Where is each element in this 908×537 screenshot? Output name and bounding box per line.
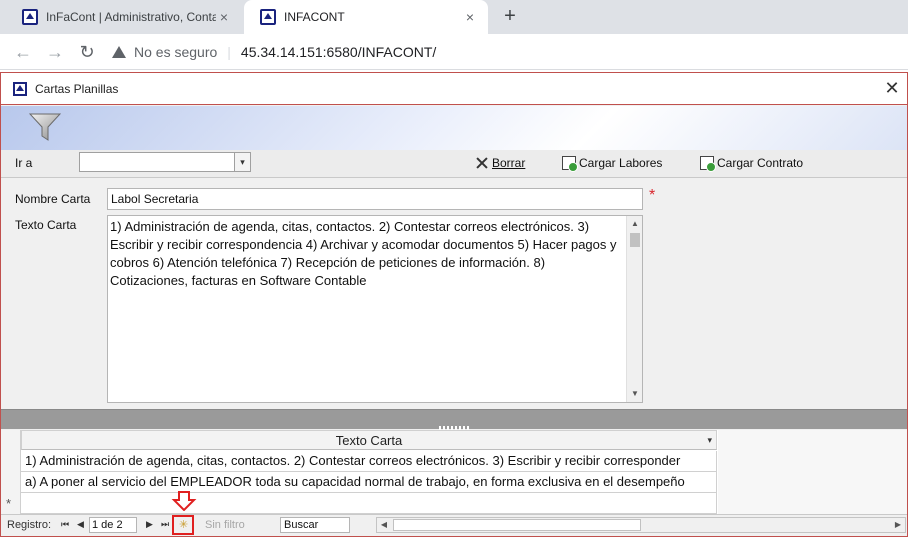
back-button[interactable]: ←	[12, 41, 34, 63]
scroll-thumb[interactable]	[393, 519, 641, 531]
next-record-icon[interactable]: ▶	[146, 519, 153, 530]
tab-close-icon[interactable]: ×	[462, 9, 478, 25]
tab-title: INFACONT	[284, 10, 345, 24]
filter-funnel-icon	[29, 113, 61, 141]
table-row[interactable]: a) A poner al servicio del EMPLEADOR tod…	[21, 472, 717, 493]
load-document-icon	[700, 156, 716, 172]
load-document-icon	[562, 156, 578, 172]
window-title: Cartas Planillas	[35, 81, 119, 96]
grid-empty-area	[718, 430, 907, 514]
scroll-right-icon[interactable]: ▶	[891, 518, 905, 532]
infacont-favicon-icon	[260, 9, 276, 25]
record-label: Registro:	[7, 519, 52, 531]
first-record-icon[interactable]: ⏮	[61, 519, 69, 530]
prev-record-icon[interactable]: ◀	[77, 519, 84, 530]
search-input[interactable]: Buscar	[280, 517, 350, 533]
load-labores-label: Cargar Labores	[579, 156, 663, 170]
browser-tab-infacont[interactable]: INFACONT ×	[244, 0, 488, 34]
current-record-input[interactable]: 1 de 2	[89, 517, 137, 533]
text-content: 1) Administración de agenda, citas, cont…	[110, 219, 617, 288]
table-row[interactable]: 1) Administración de agenda, citas, cont…	[21, 451, 717, 472]
load-contract-button[interactable]: Cargar Contrato	[700, 156, 804, 172]
goto-label: Ir a	[15, 156, 33, 170]
url-separator: |	[227, 44, 231, 60]
scroll-thumb[interactable]	[630, 233, 640, 247]
scroll-left-icon[interactable]: ◀	[377, 518, 391, 532]
text-label: Texto Carta	[15, 218, 77, 232]
new-tab-button[interactable]: +	[498, 5, 522, 29]
load-contract-label: Cargar Contrato	[717, 156, 804, 170]
letter-form: Nombre Carta Labol Secretaria * Texto Ca…	[1, 179, 907, 409]
column-header-texto-carta[interactable]: Texto Carta ▾	[21, 430, 717, 450]
required-mark: *	[649, 187, 656, 204]
window-titlebar: Cartas Planillas ✕	[1, 73, 907, 105]
record-navigation: Registro: ⏮ ◀ 1 de 2 ▶ ⏭ ✳ Sin filtro Bu…	[1, 514, 907, 536]
browser-tab-infacont-admin[interactable]: InFaCont | Administrativo, Contab ×	[6, 0, 242, 34]
delete-label: Borrar	[492, 156, 526, 170]
horizontal-scrollbar[interactable]: ◀ ▶	[376, 517, 906, 533]
scroll-up-icon[interactable]: ▲	[627, 216, 643, 232]
tab-close-icon[interactable]: ×	[216, 9, 232, 25]
browser-toolbar: ← → ↻ No es seguro | 45.34.14.151:6580/I…	[0, 34, 908, 70]
browser-tabstrip: InFaCont | Administrativo, Contab × INFA…	[0, 0, 908, 34]
app-window: Cartas Planillas ✕ Ir a ▾ Borrar Cargar …	[0, 72, 908, 537]
vertical-scrollbar[interactable]: ▲ ▼	[626, 216, 642, 402]
arrow-down-icon	[171, 491, 197, 511]
text-textarea[interactable]: 1) Administración de agenda, citas, cont…	[107, 215, 643, 403]
chevron-down-icon[interactable]: ▾	[234, 153, 250, 171]
infacont-favicon-icon	[22, 9, 38, 25]
warning-icon	[112, 46, 126, 58]
chevron-down-icon[interactable]: ▾	[707, 431, 712, 450]
delete-button[interactable]: Borrar	[475, 156, 525, 170]
app-icon	[13, 81, 27, 96]
column-header-label: Texto Carta	[335, 433, 403, 448]
reload-button[interactable]: ↻	[76, 41, 98, 63]
name-input[interactable]: Labol Secretaria	[107, 188, 643, 210]
name-label: Nombre Carta	[15, 192, 91, 206]
new-record-button[interactable]: ✳	[172, 515, 194, 535]
window-close-icon[interactable]: ✕	[877, 78, 907, 99]
new-row-icon: *	[6, 496, 12, 511]
datasheet-grid: Texto Carta ▾ 1) Administración de agend…	[1, 430, 907, 514]
no-filter-button[interactable]: Sin filtro	[205, 519, 245, 531]
close-icon	[475, 156, 489, 170]
goto-select[interactable]: ▾	[79, 152, 251, 172]
forward-button[interactable]: →	[44, 41, 66, 63]
pane-splitter[interactable]	[1, 409, 907, 430]
address-bar[interactable]: No es seguro | 45.34.14.151:6580/INFACON…	[108, 38, 906, 66]
security-status: No es seguro	[134, 44, 218, 60]
header-banner	[1, 106, 907, 150]
load-labores-button[interactable]: Cargar Labores	[562, 156, 663, 172]
scroll-down-icon[interactable]: ▼	[627, 386, 643, 402]
url-text: 45.34.14.151:6580/INFACONT/	[240, 44, 437, 60]
filter-toolbar: Ir a ▾ Borrar Cargar Labores Cargar Cont…	[1, 150, 907, 178]
table-row-new[interactable]	[21, 493, 717, 514]
tab-title: InFaCont | Administrativo, Contab	[46, 10, 216, 24]
last-record-icon[interactable]: ⏭	[161, 519, 169, 530]
new-record-icon: ✳	[179, 519, 189, 531]
